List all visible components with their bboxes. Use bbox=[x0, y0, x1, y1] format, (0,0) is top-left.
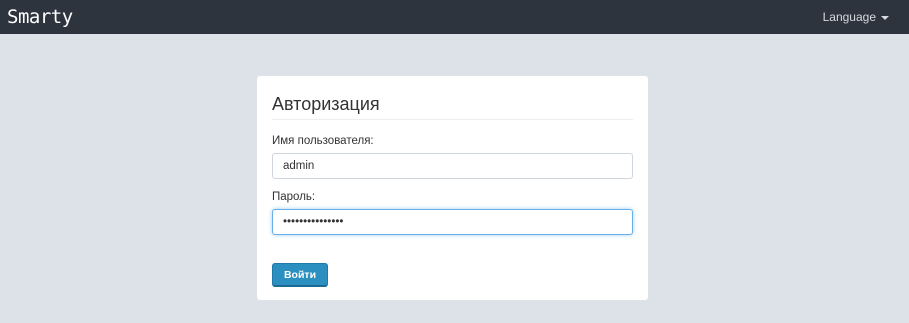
username-input[interactable] bbox=[272, 153, 633, 179]
password-input[interactable] bbox=[272, 209, 633, 235]
login-button[interactable]: Войти bbox=[272, 263, 328, 287]
login-card: Авторизация Имя пользователя: Пароль: Во… bbox=[257, 76, 648, 300]
language-label: Language bbox=[822, 10, 876, 24]
password-group: Пароль: bbox=[272, 191, 633, 235]
username-label: Имя пользователя: bbox=[272, 135, 374, 147]
caret-down-icon bbox=[881, 15, 889, 20]
navbar: Smarty Language bbox=[0, 0, 909, 34]
password-label: Пароль: bbox=[272, 191, 316, 203]
brand-logo[interactable]: Smarty bbox=[7, 6, 73, 28]
language-dropdown[interactable]: Language bbox=[823, 10, 889, 24]
username-group: Имя пользователя: bbox=[272, 135, 633, 179]
login-title: Авторизация bbox=[272, 94, 633, 120]
